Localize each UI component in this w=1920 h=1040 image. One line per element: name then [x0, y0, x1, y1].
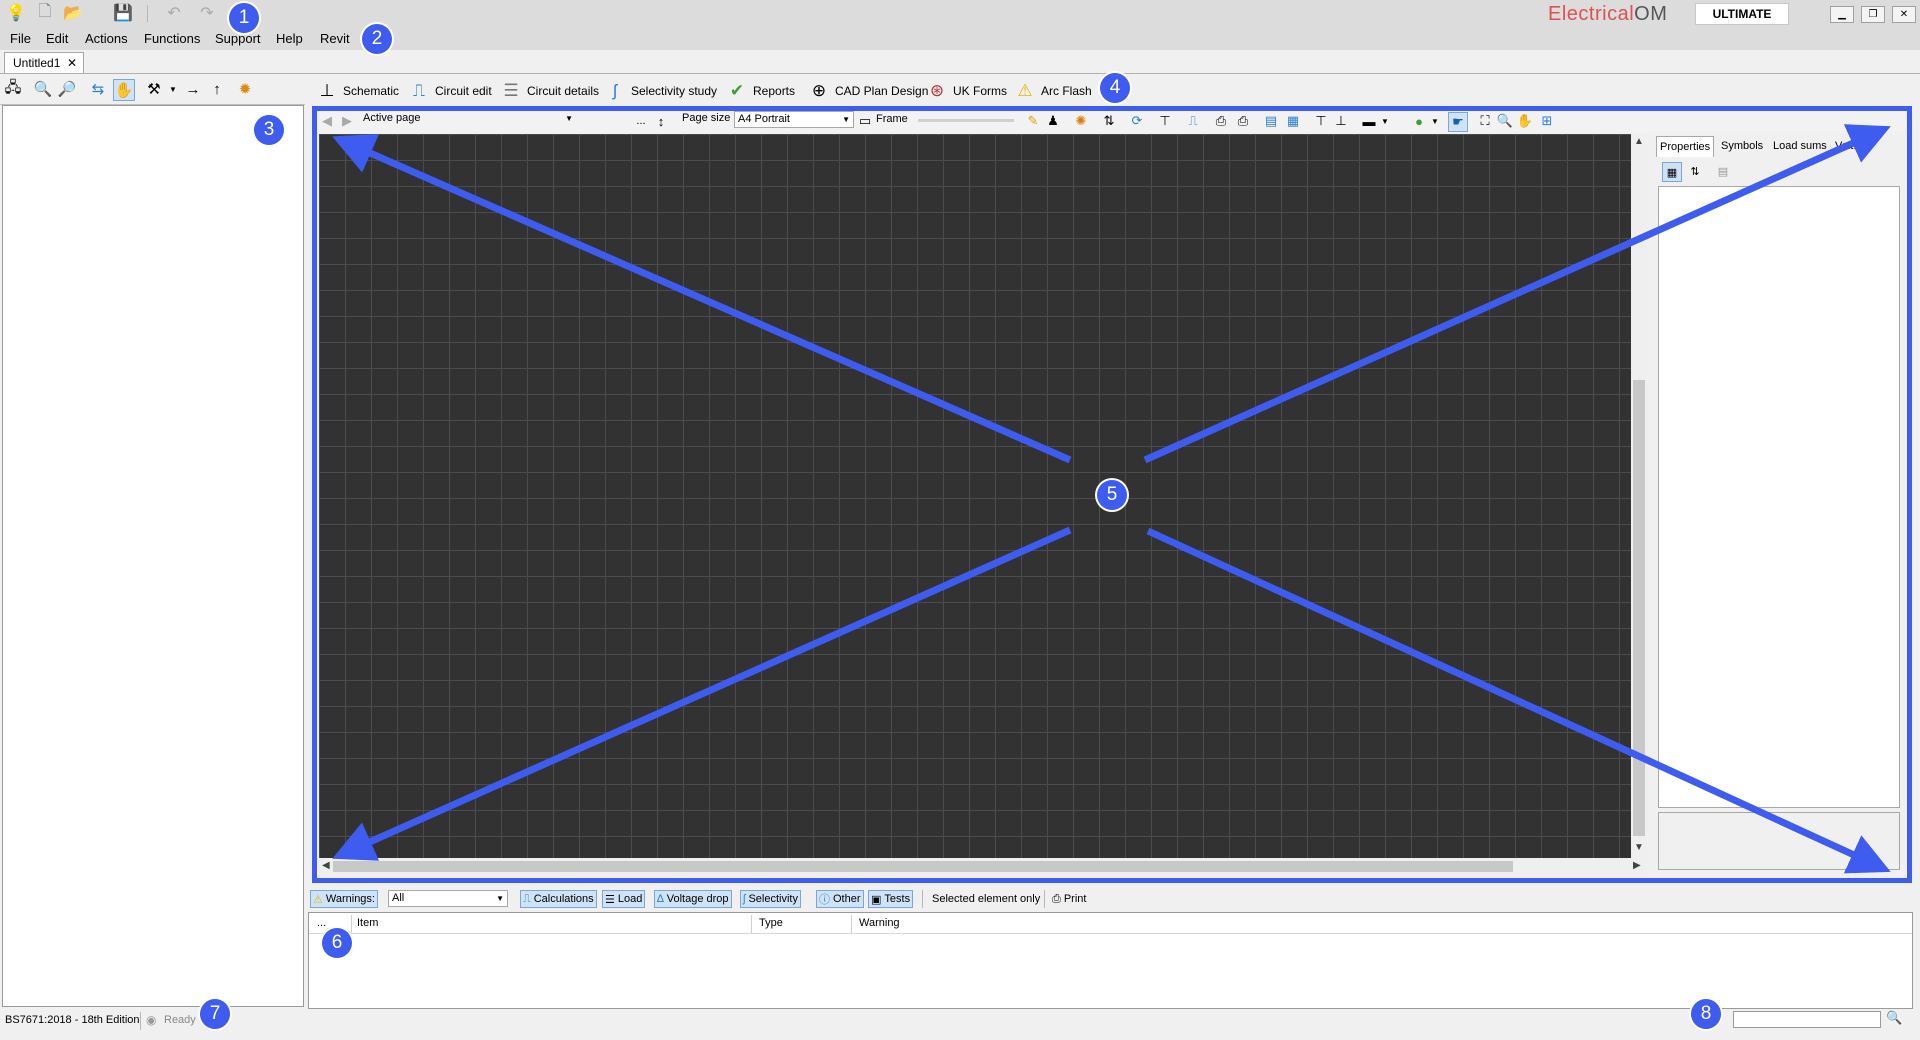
warnings-list[interactable]: ... Item Type Warning	[308, 912, 1913, 1009]
annotation-badge-6: 6	[322, 928, 352, 958]
annotation-arrow-top-right	[1143, 124, 1891, 464]
annotation-arrow-bottom-right	[1146, 527, 1891, 874]
column-separator	[851, 915, 852, 933]
separator	[140, 1012, 141, 1030]
calculations-label: Calculations	[533, 893, 594, 905]
calculations-button[interactable]: ⎍ Calculations	[520, 890, 597, 908]
annotation-arrows	[332, 124, 1891, 874]
separator	[922, 890, 923, 908]
load-button[interactable]: ☰ Load	[602, 890, 646, 908]
ready-status-icon: ◉	[146, 1013, 157, 1027]
separator	[1044, 890, 1045, 908]
selected-element-only-toggle[interactable]: Selected element only	[930, 890, 1042, 908]
standard-label: BS7671:2018 - 18th Edition	[5, 1014, 140, 1026]
info-icon: ⓘ	[819, 894, 830, 906]
column-header-more[interactable]: ...	[317, 917, 326, 929]
annotation-badge-3: 3	[254, 115, 284, 145]
annotation-badge-7: 7	[200, 999, 230, 1029]
column-separator	[351, 915, 352, 933]
column-header-warning[interactable]: Warning	[859, 917, 900, 929]
voltage-drop-icon: ∆	[657, 893, 664, 905]
tests-label: Tests	[884, 893, 911, 905]
warnings-toggle[interactable]: ⚠ Warnings:	[310, 890, 378, 908]
search-icon[interactable]: 🔍	[1886, 1010, 1902, 1026]
print-icon: ⎙	[1052, 892, 1061, 905]
chevron-down-icon: ▼	[496, 894, 504, 903]
selectivity-icon: ʃ	[743, 893, 746, 905]
search-input[interactable]	[1733, 1011, 1881, 1028]
annotation-badge-4: 4	[1100, 73, 1130, 103]
column-separator	[751, 915, 752, 933]
tests-icon: ▣	[871, 893, 882, 906]
header-divider	[309, 933, 1912, 934]
tests-button[interactable]: ▣ Tests	[868, 890, 914, 908]
voltage-drop-button[interactable]: ∆ Voltage drop	[654, 890, 732, 908]
selectivity-button[interactable]: ʃ Selectivity	[740, 890, 801, 908]
warning-icon: ⚠	[313, 893, 323, 906]
print-label: Print	[1063, 893, 1087, 905]
annotation-badge-2: 2	[362, 24, 392, 54]
warnings-filter-select[interactable]: All ▼	[388, 890, 508, 907]
annotation-badge-1: 1	[229, 3, 259, 33]
other-label: Other	[833, 893, 861, 905]
column-header-type[interactable]: Type	[759, 917, 783, 929]
warnings-toolbar: ⚠ Warnings: All ▼ ⎍ Calculations ☰ Load ∆ Vol…	[308, 888, 1920, 910]
annotation-badge-5: 5	[1097, 480, 1127, 510]
column-header-item[interactable]: Item	[357, 917, 378, 929]
print-button[interactable]: ⎙ Print	[1050, 890, 1088, 908]
status-bar: BS7671:2018 - 18th Edition ◉ Ready	[0, 1009, 1920, 1040]
load-label: Load	[617, 893, 643, 905]
voltage-drop-label: Voltage drop	[666, 893, 729, 905]
other-button[interactable]: ⓘ Other	[816, 890, 864, 908]
calculations-icon: ⎍	[523, 892, 531, 905]
annotation-arrow-bottom-left	[332, 526, 1072, 861]
load-icon: ☰	[605, 893, 615, 906]
annotation-badge-8: 8	[1691, 999, 1721, 1029]
warnings-label: Warnings:	[325, 893, 375, 905]
annotation-arrow-top-left	[332, 134, 1072, 464]
ready-status-label: Ready	[164, 1014, 196, 1026]
warnings-filter-value: All	[392, 892, 405, 904]
selectivity-label: Selectivity	[748, 893, 798, 905]
